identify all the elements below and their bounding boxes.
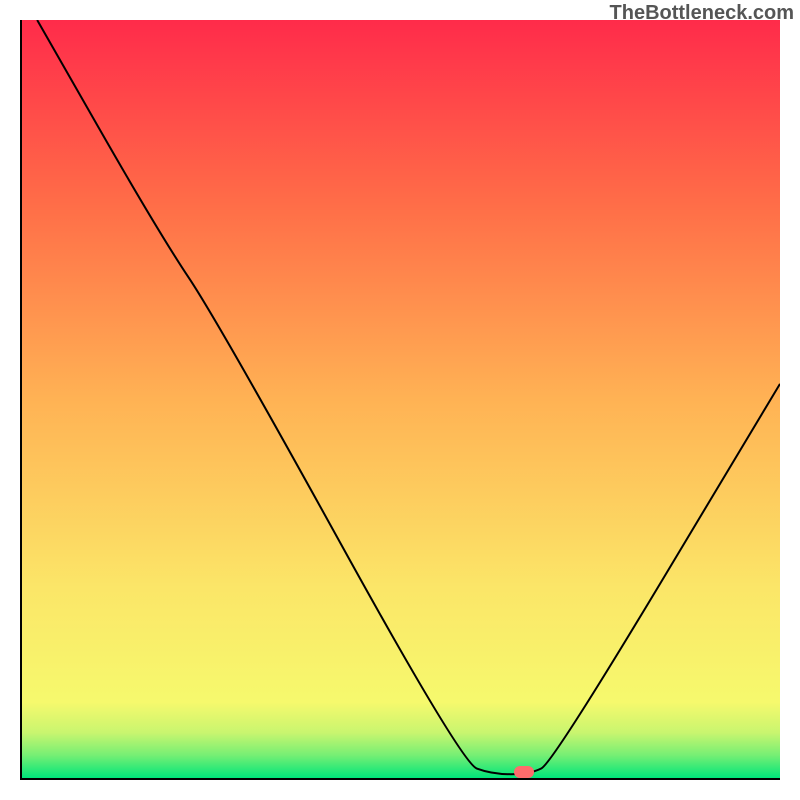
watermark-text: TheBottleneck.com [610, 2, 794, 25]
chart-container: TheBottleneck.com [0, 0, 800, 800]
optimal-marker [514, 766, 534, 778]
bottleneck-curve [37, 20, 780, 774]
curve-layer [22, 20, 780, 778]
plot-area [20, 20, 780, 780]
